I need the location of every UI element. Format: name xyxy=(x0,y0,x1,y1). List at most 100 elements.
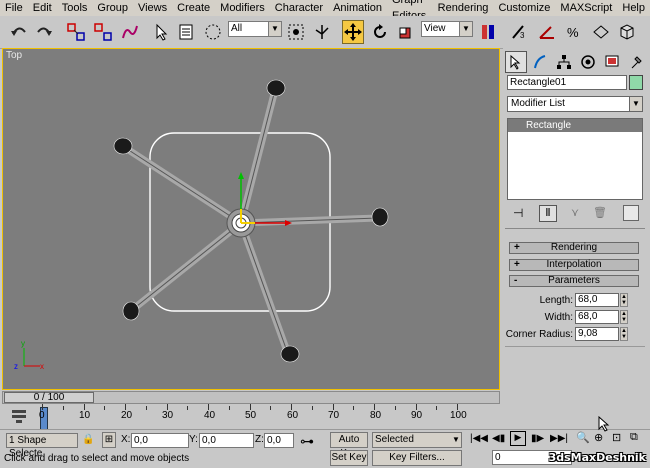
width-field[interactable]: 68,0 xyxy=(575,310,619,324)
select-and-move-icon[interactable] xyxy=(342,20,364,44)
set-key-button[interactable]: Set Key xyxy=(330,450,368,466)
undo-icon[interactable] xyxy=(8,20,30,44)
previous-frame-icon[interactable]: ◀▮ xyxy=(492,433,505,444)
snaps-toggle-icon[interactable]: 3 xyxy=(508,20,530,44)
chevron-down-icon: ▼ xyxy=(629,97,642,111)
key-mode-value: Selected xyxy=(375,434,414,445)
time-slider-thumb[interactable]: 0 / 100 xyxy=(4,392,94,403)
menu-animation[interactable]: Animation xyxy=(328,0,387,16)
configure-modifier-sets-icon[interactable] xyxy=(623,205,639,221)
rollout-rendering[interactable]: + Rendering xyxy=(509,242,639,254)
svg-text:z: z xyxy=(14,362,18,371)
select-object-icon[interactable] xyxy=(150,20,172,44)
tick-label: 70 xyxy=(328,410,340,421)
menu-help[interactable]: Help xyxy=(617,0,650,16)
display-tab-icon[interactable] xyxy=(601,51,623,73)
unlink-selection-icon[interactable] xyxy=(92,20,114,44)
y-coordinate-field[interactable]: 0,0 xyxy=(199,433,254,448)
reference-coordinate-value: View xyxy=(424,23,446,34)
menu-group[interactable]: Group xyxy=(92,0,133,16)
menu-views[interactable]: Views xyxy=(133,0,172,16)
top-viewport[interactable]: z x y xyxy=(2,48,500,390)
viewport-label[interactable]: Top xyxy=(6,50,22,61)
length-field[interactable]: 68,0 xyxy=(575,293,619,307)
render-scene-icon[interactable] xyxy=(616,20,638,44)
show-end-result-icon[interactable]: Ⅱ xyxy=(539,205,557,222)
select-and-link-fork-icon[interactable] xyxy=(311,20,333,44)
menu-modifiers[interactable]: Modifiers xyxy=(215,0,270,16)
length-spinner[interactable]: ▲ ▼ xyxy=(620,293,628,307)
menu-tools[interactable]: Tools xyxy=(57,0,93,16)
select-and-manipulate-icon[interactable] xyxy=(285,20,307,44)
reference-coordinate-dropdown[interactable]: View ▼ xyxy=(421,21,473,37)
zoom-extents-all-icon[interactable]: ⧉ xyxy=(630,431,638,444)
menu-maxscript[interactable]: MAXScript xyxy=(555,0,617,16)
timeline-tick xyxy=(311,406,313,410)
remove-modifier-icon[interactable]: 🗑 xyxy=(593,206,607,219)
z-coordinate-field[interactable]: 0,0 xyxy=(264,433,294,448)
key-filters-button[interactable]: Key Filters... xyxy=(372,450,462,466)
corner-radius-field[interactable]: 9,08 xyxy=(575,327,619,341)
menu-customize[interactable]: Customize xyxy=(493,0,555,16)
zoom-extents-icon[interactable]: ⊡ xyxy=(612,431,621,444)
rollout-parameters[interactable]: - Parameters xyxy=(509,275,639,287)
divider xyxy=(505,228,645,229)
utilities-tab-icon[interactable] xyxy=(625,51,647,73)
tick-label: 30 xyxy=(162,410,174,421)
select-and-rotate-icon[interactable] xyxy=(369,20,391,44)
select-by-name-icon[interactable] xyxy=(176,20,198,44)
menu-edit[interactable]: Edit xyxy=(28,0,57,16)
rollout-toggle-icon: + xyxy=(514,242,520,253)
modifier-list-label: Modifier List xyxy=(511,98,565,109)
menu-create[interactable]: Create xyxy=(172,0,215,16)
modify-tab-icon[interactable] xyxy=(529,51,551,73)
motion-tab-icon[interactable] xyxy=(577,51,599,73)
redo-icon[interactable] xyxy=(33,20,55,44)
percent-snap-icon[interactable]: % xyxy=(563,20,585,44)
go-to-end-icon[interactable]: ▶▶| xyxy=(550,433,568,444)
prompt-line: Click and drag to select and move object… xyxy=(4,453,190,464)
svg-text:3: 3 xyxy=(520,31,525,40)
use-pivot-center-icon[interactable] xyxy=(477,20,499,44)
key-mode-dropdown[interactable]: Selected ▼ xyxy=(372,432,462,448)
open-mini-curve-editor-icon[interactable] xyxy=(10,407,28,425)
stack-item-rectangle[interactable]: Rectangle xyxy=(508,119,642,132)
make-unique-icon[interactable]: ⋎ xyxy=(571,206,579,219)
menu-bar: File Edit Tools Group Views Create Modif… xyxy=(0,0,650,22)
zoom-all-icon[interactable]: ⊕ xyxy=(594,431,603,444)
tick-label: 50 xyxy=(245,410,257,421)
absolute-mode-icon[interactable]: ⊞ xyxy=(102,432,116,448)
play-icon[interactable]: ▶ xyxy=(510,431,526,446)
menu-rendering[interactable]: Rendering xyxy=(433,0,494,16)
selection-filter-dropdown[interactable]: All ▼ xyxy=(228,21,282,37)
selection-region-icon[interactable] xyxy=(202,20,224,44)
object-name-field[interactable]: Rectangle01 xyxy=(507,75,627,90)
rollout-label: Interpolation xyxy=(546,259,602,270)
corner-radius-spinner[interactable]: ▲ ▼ xyxy=(620,327,628,341)
object-color-swatch[interactable] xyxy=(629,75,643,90)
menu-character[interactable]: Character xyxy=(270,0,328,16)
lock-selection-icon[interactable]: 🔒 xyxy=(82,434,94,445)
auto-key-button[interactable]: Auto Key xyxy=(330,432,368,459)
select-and-scale-icon[interactable] xyxy=(395,20,417,44)
go-to-start-icon[interactable]: |◀◀ xyxy=(470,433,488,444)
width-spinner[interactable]: ▲ ▼ xyxy=(620,310,628,324)
bind-to-space-warp-icon[interactable] xyxy=(119,20,141,44)
timeline-tick xyxy=(62,406,64,410)
menu-file[interactable]: File xyxy=(0,0,28,16)
pin-stack-icon[interactable]: ⊣ xyxy=(513,206,523,220)
hierarchy-tab-icon[interactable] xyxy=(553,51,575,73)
angle-snap-icon[interactable] xyxy=(536,20,558,44)
modifier-list-dropdown[interactable]: Modifier List ▼ xyxy=(507,96,643,112)
x-coordinate-field[interactable]: 0,0 xyxy=(131,433,189,448)
create-tab-icon[interactable] xyxy=(505,51,527,73)
rollout-interpolation[interactable]: + Interpolation xyxy=(509,259,639,271)
tick-label: 40 xyxy=(204,410,216,421)
zoom-icon[interactable]: 🔍 xyxy=(576,431,590,444)
svg-text:x: x xyxy=(40,362,44,371)
key-icon[interactable]: ⊶ xyxy=(300,433,314,450)
select-and-link-icon[interactable] xyxy=(65,20,87,44)
named-selection-sets-icon[interactable] xyxy=(590,20,612,44)
next-frame-icon[interactable]: ▮▶ xyxy=(531,433,544,444)
tick-label: 80 xyxy=(370,410,382,421)
